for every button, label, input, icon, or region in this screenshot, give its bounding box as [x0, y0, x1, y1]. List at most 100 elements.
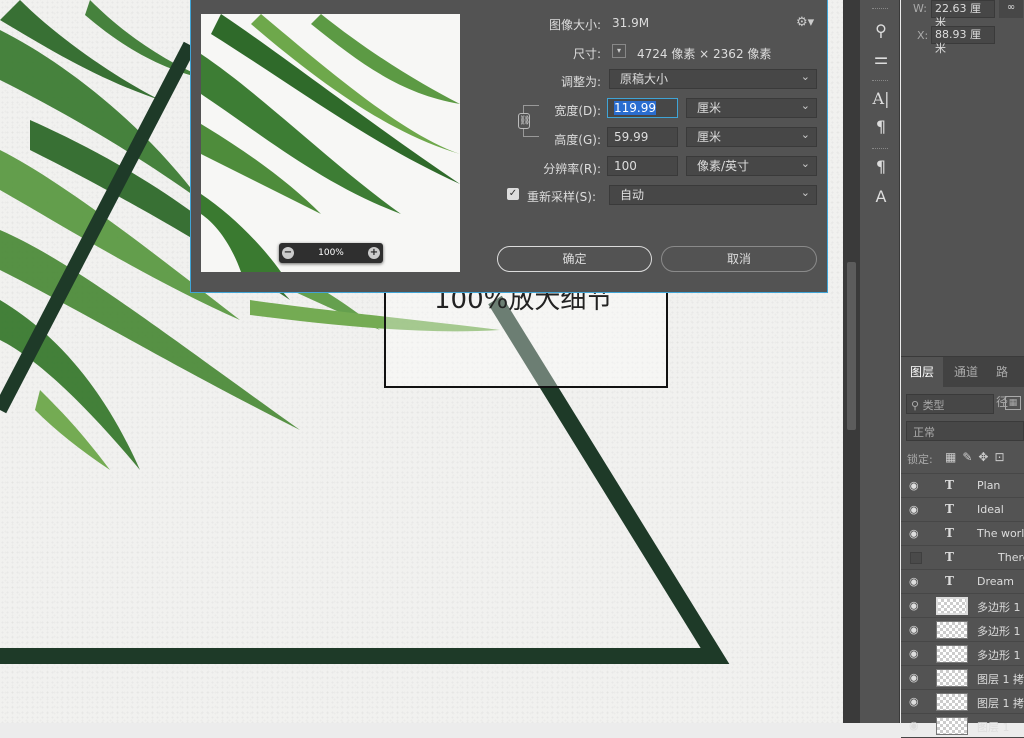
eye-icon[interactable]: ◉ — [909, 504, 923, 516]
layer-thumbnail — [936, 621, 968, 639]
layer-row[interactable]: ◉ T Plan — [901, 474, 1024, 498]
visibility-toggle-off[interactable] — [910, 552, 922, 564]
layer-row[interactable]: ◉ T Ideal — [901, 498, 1024, 522]
resolution-label: 分辨率(R): — [543, 162, 601, 176]
zoom-in-button[interactable]: + — [367, 247, 380, 259]
layer-name: 多边形 1 — [977, 625, 1021, 638]
x-label: X: — [917, 29, 929, 42]
resolution-input[interactable]: 100 — [607, 156, 678, 176]
preview-leaf-image — [201, 14, 460, 272]
layer-list: ◉ T Plan ◉ T Ideal ◉ T The world T There ◉ T Dream ◉ 多边… — [901, 473, 1024, 738]
resample-label: 重新采样(S): — [527, 190, 597, 204]
height-value: 59.99 — [614, 130, 649, 144]
layer-row[interactable]: T There — [901, 546, 1024, 570]
cancel-button[interactable]: 取消 — [661, 246, 817, 272]
link-icon[interactable]: ∞ — [999, 0, 1023, 18]
layer-row[interactable]: ◉ 多边形 1 — [901, 594, 1024, 618]
x-input[interactable]: 88.93 厘米 — [931, 26, 995, 55]
layers-panel: 图层 通道 路径 ⚲ 类型 ▦ 正常 锁定: ▦✎✥⊡ ◉ T Plan ◉ T Idea… — [901, 356, 1024, 738]
layer-filter-select[interactable]: ⚲ 类型 — [906, 394, 994, 414]
canvas-vertical-scrollbar[interactable] — [843, 0, 860, 723]
chevron-down-icon: ⌄ — [800, 99, 810, 112]
image-filter-icon[interactable]: ▦ — [1005, 396, 1021, 410]
height-label: 高度(G): — [554, 133, 601, 147]
height-input[interactable]: 59.99 — [607, 127, 678, 147]
dimensions-dropdown-chevron-icon[interactable]: ▾ — [612, 44, 626, 58]
panel-toolbar: ⚲ ⚌ A| ¶ ¶ A — [860, 0, 900, 723]
eye-icon[interactable]: ◉ — [909, 480, 923, 492]
brush-settings-icon[interactable]: ⚲ — [870, 20, 892, 42]
fit-to-value: 原稿大小 — [620, 72, 669, 86]
tab-channels[interactable]: 通道 — [945, 357, 987, 387]
layer-name: 多边形 1 — [977, 601, 1021, 614]
layer-name: Plan — [977, 479, 1001, 492]
width-unit-value: 厘米 — [697, 101, 722, 115]
height-unit-select[interactable]: 厘米 ⌄ — [686, 127, 817, 147]
image-size-value: 31.9M — [612, 16, 650, 30]
scrollbar-thumb[interactable] — [847, 262, 856, 430]
eye-icon[interactable]: ◉ — [909, 648, 923, 660]
tab-layers[interactable]: 图层 — [901, 357, 944, 387]
height-unit-value: 厘米 — [697, 130, 722, 144]
layer-thumbnail — [936, 597, 968, 615]
width-value: 119.99 — [614, 101, 656, 115]
fit-to-select[interactable]: 原稿大小 ⌄ — [609, 69, 817, 89]
eye-icon[interactable]: ◉ — [909, 576, 923, 588]
search-icon: ⚲ — [911, 399, 920, 412]
eye-icon[interactable]: ◉ — [909, 528, 923, 540]
layer-row[interactable]: ◉ 图层 1 拷 — [901, 690, 1024, 714]
layer-row[interactable]: ◉ T Dream — [901, 570, 1024, 594]
text-layer-icon: T — [945, 502, 954, 516]
settings-gear-icon[interactable]: ⚙▾ — [796, 15, 814, 30]
chevron-down-icon: ⌄ — [800, 128, 810, 141]
eye-icon[interactable]: ◉ — [909, 720, 923, 732]
panel-grip — [872, 148, 888, 151]
text-layer-icon: T — [945, 574, 954, 588]
layers-panel-tabs: 图层 通道 路径 — [901, 357, 1024, 409]
layer-row[interactable]: ◉ 图层 1 拷 — [901, 666, 1024, 690]
resolution-unit-select[interactable]: 像素/英寸 ⌄ — [686, 156, 817, 176]
zoom-out-button[interactable]: − — [282, 247, 294, 259]
layer-name: 图层 1 — [977, 721, 1010, 734]
layer-name: The world — [977, 527, 1024, 540]
paragraph-panel-icon[interactable]: ¶ — [870, 116, 892, 138]
layer-row[interactable]: ◉ 多边形 1 — [901, 642, 1024, 666]
text-layer-icon: T — [945, 550, 954, 564]
resample-select[interactable]: 自动 ⌄ — [609, 185, 817, 205]
text-layer-icon: T — [945, 478, 954, 492]
preview-zoom-value: 100% — [318, 248, 344, 258]
width-label: 宽度(D): — [554, 104, 601, 118]
text-layer-icon: T — [945, 526, 954, 540]
blend-mode-select[interactable]: 正常 — [906, 421, 1024, 441]
dimensions-label: 尺寸: — [572, 47, 601, 61]
lock-icons[interactable]: ▦✎✥⊡ — [945, 450, 1011, 464]
adjustments-sliders-icon[interactable]: ⚌ — [870, 48, 892, 70]
preview-zoom-control: − 100% + — [279, 243, 383, 263]
resample-checkbox[interactable]: ✓ — [507, 188, 519, 200]
layer-name: 多边形 1 — [977, 649, 1021, 662]
resolution-value: 100 — [614, 159, 637, 173]
eye-icon[interactable]: ◉ — [909, 696, 923, 708]
layer-thumbnail — [936, 645, 968, 663]
character-styles-icon[interactable]: A — [870, 186, 892, 208]
paragraph-styles-icon[interactable]: ¶ — [870, 156, 892, 178]
ok-button[interactable]: 确定 — [497, 246, 652, 272]
layer-row[interactable]: ◉ 多边形 1 — [901, 618, 1024, 642]
tab-paths[interactable]: 路径 — [987, 357, 1024, 409]
character-panel-icon[interactable]: A| — [870, 88, 892, 110]
w-input[interactable]: 22.63 厘米 — [931, 0, 995, 29]
layer-thumbnail — [936, 669, 968, 687]
dialog-preview[interactable] — [201, 14, 460, 272]
chevron-down-icon: ⌄ — [800, 157, 810, 170]
layer-row[interactable]: ◉ 图层 1 — [901, 714, 1024, 738]
eye-icon[interactable]: ◉ — [909, 600, 923, 612]
chevron-down-icon: ⌄ — [800, 70, 810, 83]
width-input[interactable]: 119.99 — [607, 98, 678, 118]
width-unit-select[interactable]: 厘米 ⌄ — [686, 98, 817, 118]
layer-row[interactable]: ◉ T The world — [901, 522, 1024, 546]
eye-icon[interactable]: ◉ — [909, 672, 923, 684]
layer-filter-value: 类型 — [922, 399, 945, 412]
eye-icon[interactable]: ◉ — [909, 624, 923, 636]
fit-to-label: 调整为: — [560, 75, 601, 89]
layer-name: Ideal — [977, 503, 1004, 516]
